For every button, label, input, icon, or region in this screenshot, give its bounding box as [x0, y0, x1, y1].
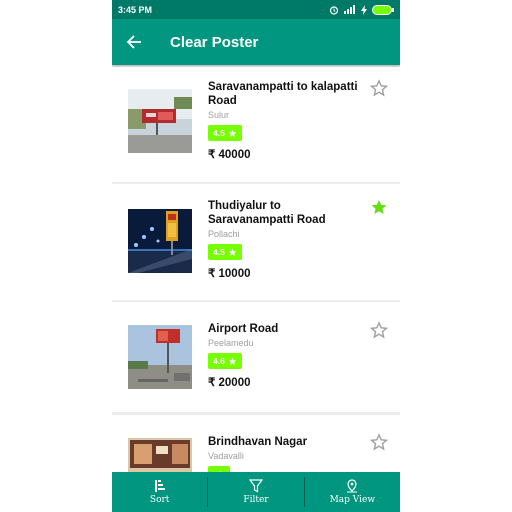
listing-price: ₹ 10000	[208, 268, 251, 280]
star-icon	[228, 248, 237, 256]
signal-icon	[344, 5, 355, 14]
listing-info: Saravanampatti to kalapatti Road Sulur 4…	[208, 80, 358, 161]
favorite-star-outline-icon[interactable]	[370, 79, 388, 97]
listing-price: ₹ 20000	[208, 377, 251, 389]
back-button[interactable]	[112, 19, 156, 65]
listing-image	[128, 438, 192, 472]
status-bar: 3:45 PM	[112, 0, 400, 19]
listing-card[interactable]: Brindhavan Nagar Vadavalli	[112, 415, 400, 472]
star-icon	[228, 357, 237, 365]
listing-name: Brindhavan Nagar	[208, 436, 308, 448]
sort-button[interactable]: Sort	[112, 472, 207, 512]
listing-price: ₹ 40000	[208, 149, 251, 161]
app-bar: Clear Poster	[112, 19, 400, 65]
listing-card[interactable]: Saravanampatti to kalapatti Road Sulur 4…	[112, 67, 400, 182]
filter-button[interactable]: Filter	[208, 472, 303, 512]
arrow-left-icon	[126, 35, 141, 49]
map-view-button[interactable]: Map View	[305, 472, 400, 512]
bottom-nav: Sort Filter Map View	[112, 472, 400, 512]
rating-value: 4.5	[213, 128, 225, 138]
listing-card[interactable]: Airport Road Peelamedu 4.6 ₹ 20000	[112, 302, 400, 412]
listing-card[interactable]: Thudiyalur to Saravanampatti Road Pollac…	[112, 184, 400, 300]
listing-name: Saravanampatti to kalapatti Road	[208, 81, 358, 107]
listing-image	[128, 209, 192, 273]
status-icons	[329, 4, 394, 15]
phone-screen: 3:45 PM Clear Poster Saravanampatti to k…	[112, 0, 400, 512]
listing-info: Brindhavan Nagar Vadavalli	[208, 435, 358, 472]
filter-label: Filter	[243, 495, 269, 505]
listing-location: Vadavalli	[208, 451, 244, 461]
favorite-star-outline-icon[interactable]	[370, 321, 388, 339]
rating-value: 4.6	[213, 356, 225, 366]
rating-value: 4.5	[213, 247, 225, 257]
rating-badge: 4.5	[208, 244, 242, 260]
listing-location: Peelamedu	[208, 338, 254, 348]
favorite-star-outline-icon[interactable]	[370, 433, 388, 451]
listing-location: Sulur	[208, 110, 230, 120]
listing-image	[128, 89, 192, 153]
filter-icon	[248, 479, 263, 493]
star-icon	[228, 129, 237, 137]
favorite-star-filled-icon[interactable]	[370, 198, 388, 216]
page-title: Clear Poster	[170, 33, 259, 51]
alarm-icon	[329, 5, 339, 15]
listing-info: Thudiyalur to Saravanampatti Road Pollac…	[208, 199, 358, 280]
sort-icon	[154, 480, 165, 492]
map-pin-icon	[347, 479, 358, 493]
charging-icon	[361, 4, 367, 15]
status-time: 3:45 PM	[118, 4, 153, 15]
listing-location: Pollachi	[208, 229, 240, 239]
listing-list[interactable]: Saravanampatti to kalapatti Road Sulur 4…	[112, 67, 400, 472]
sort-label: Sort	[149, 495, 170, 505]
listing-name: Thudiyalur to Saravanampatti Road	[208, 200, 326, 226]
listing-image	[128, 325, 192, 389]
listing-info: Airport Road Peelamedu 4.6 ₹ 20000	[208, 322, 358, 389]
rating-badge: 4.5	[208, 125, 242, 141]
map-view-label: Map View	[329, 495, 376, 505]
battery-icon	[372, 4, 394, 15]
rating-badge: 4.6	[208, 353, 242, 369]
listing-name: Airport Road	[208, 323, 279, 335]
